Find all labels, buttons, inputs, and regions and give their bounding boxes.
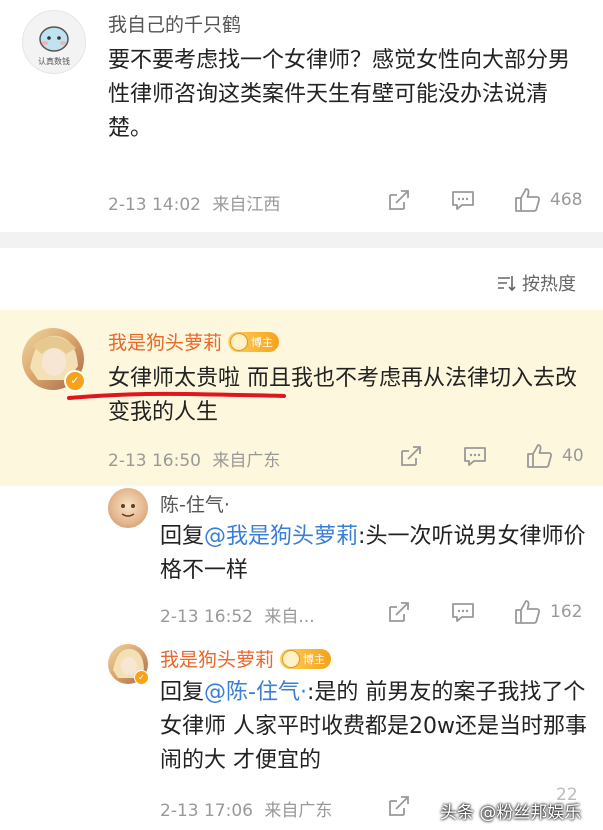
- username-row: 我是狗头萝莉 博主: [108, 328, 280, 355]
- reply-button[interactable]: [450, 599, 476, 625]
- username[interactable]: 我是狗头萝莉: [160, 645, 274, 672]
- timestamp: 2-13 17:06: [160, 801, 253, 821]
- share-button[interactable]: [386, 793, 412, 819]
- source: 来自广东: [212, 451, 281, 471]
- reply-button[interactable]: [450, 187, 476, 213]
- sort-by-hot-button[interactable]: 按热度: [496, 270, 576, 296]
- username-row: 我是狗头萝莉 博主: [160, 645, 332, 672]
- reply-prefix: 回复: [160, 680, 205, 705]
- verified-badge-icon: ✓: [64, 370, 86, 392]
- share-icon: [386, 187, 412, 213]
- avatar[interactable]: [108, 488, 148, 528]
- timestamp: 2-13 16:52: [160, 607, 253, 627]
- timestamp: 2-13 16:50: [108, 451, 201, 471]
- red-underline-annotation: [67, 391, 286, 400]
- share-button[interactable]: [386, 599, 412, 625]
- share-icon: [398, 443, 424, 469]
- blogger-badge: 博主: [228, 331, 280, 352]
- like-button[interactable]: 40: [526, 443, 584, 469]
- comment-meta: 2-13 14:02 来自江西: [108, 190, 280, 215]
- badge-face-icon: [230, 332, 249, 351]
- like-button[interactable]: 162: [514, 599, 582, 625]
- badge-label: 博主: [303, 652, 326, 666]
- username[interactable]: 我自己的千只鹤: [108, 10, 241, 37]
- reply-button[interactable]: [462, 443, 488, 469]
- timestamp: 2-13 14:02: [108, 195, 201, 215]
- reply-text: 回复@我是狗头萝莉:头一次听说男女律师价格不一样: [160, 520, 590, 588]
- badge-face-icon: [282, 649, 301, 668]
- username[interactable]: 陈-住气·: [160, 490, 230, 517]
- share-button[interactable]: [398, 443, 424, 469]
- reply-prefix: 回复: [160, 524, 205, 549]
- section-divider: [0, 232, 603, 248]
- blogger-badge: 博主: [280, 648, 332, 669]
- badge-label: 博主: [251, 335, 274, 349]
- cartoon-avatar-icon: [121, 504, 135, 517]
- comment-icon: [450, 187, 476, 213]
- share-button[interactable]: [386, 187, 412, 213]
- reply-meta: 2-13 17:06 来自广东: [160, 796, 332, 821]
- source: 来自江西: [212, 195, 281, 215]
- like-count: 40: [562, 446, 584, 466]
- avatar[interactable]: 认真数钱: [22, 10, 86, 74]
- like-count: 162: [550, 602, 583, 622]
- thumbs-up-icon: [526, 443, 554, 469]
- sort-icon: [496, 274, 516, 292]
- avatar-caption: 认真数钱: [38, 57, 70, 66]
- comment-text: 要不要考虑找一个女律师？感觉女性向大部分男性律师咨询这类案件天生有壁可能没办法说…: [108, 48, 571, 141]
- comment-meta: 2-13 16:50 来自广东: [108, 446, 280, 471]
- underlined-text: 女律师太贵啦: [108, 366, 241, 391]
- mention-link[interactable]: @陈-住气·: [204, 680, 307, 705]
- comment-icon: [462, 443, 488, 469]
- comment-icon: [450, 599, 476, 625]
- thumbs-up-icon: [514, 599, 542, 625]
- source: 来自...: [264, 607, 315, 627]
- share-icon: [386, 599, 412, 625]
- sort-label: 按热度: [522, 274, 576, 295]
- username[interactable]: 我是狗头萝莉: [108, 328, 222, 355]
- source: 来自广东: [264, 801, 333, 821]
- share-icon: [386, 793, 412, 819]
- like-button[interactable]: 468: [514, 187, 582, 213]
- verified-badge-icon: ✓: [134, 670, 149, 685]
- reply-meta: 2-13 16:52 来自...: [160, 602, 315, 627]
- like-count: 468: [550, 190, 583, 210]
- reply-text: 回复@陈-住气·:是的 前男友的案子我找了个女律师 人家平时收费都是20w还是当…: [160, 676, 590, 778]
- watermark: 头条 @粉丝邦娱乐: [440, 803, 582, 823]
- thumbs-up-icon: [514, 187, 542, 213]
- mention-link[interactable]: @我是狗头萝莉: [204, 524, 358, 549]
